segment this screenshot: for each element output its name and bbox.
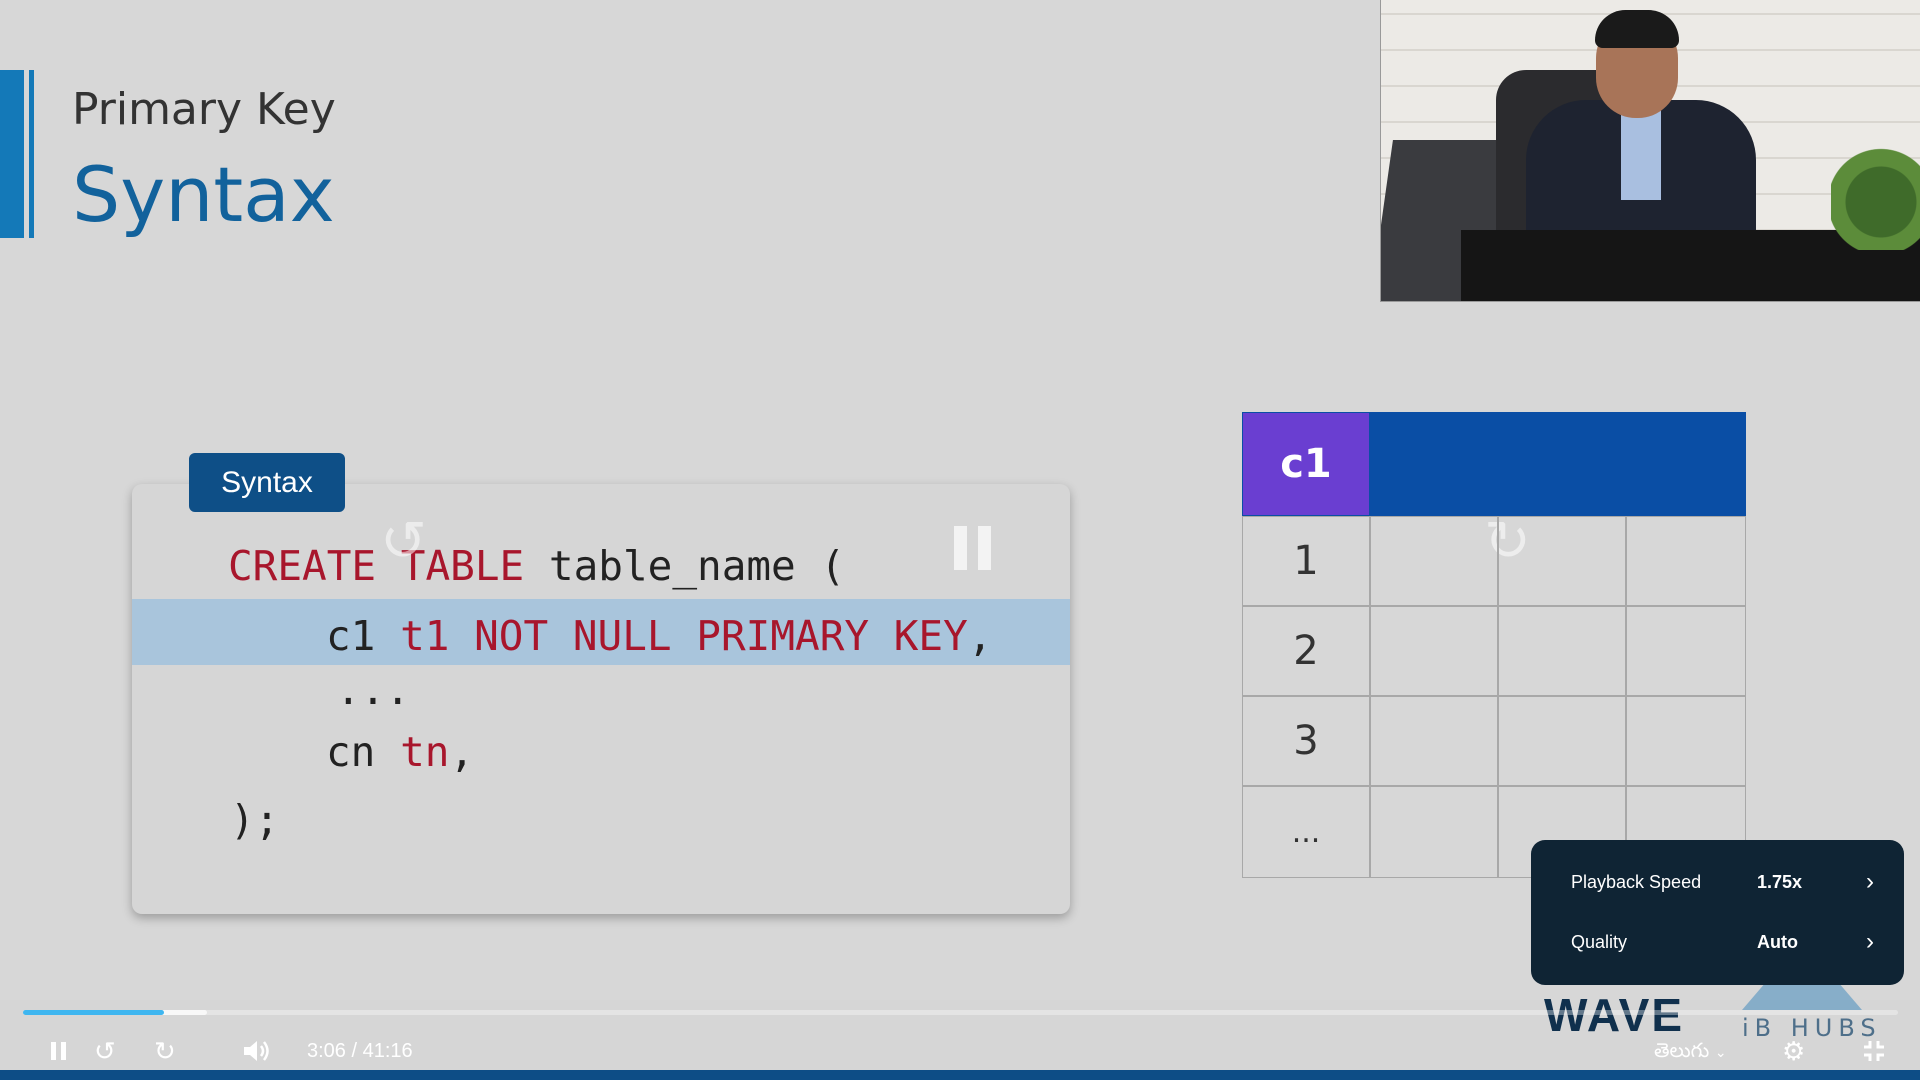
pause-button[interactable] (48, 1030, 70, 1074)
table-cell (1498, 696, 1626, 786)
playback-speed-option[interactable]: Playback Speed 1.75x › (1571, 862, 1874, 902)
replay-10-overlay-icon: ↺ (380, 509, 427, 572)
quality-label: Quality (1571, 931, 1628, 952)
slide-title: Syntax (72, 150, 335, 239)
code-line-1: CREATE TABLE table_name ( (228, 542, 846, 590)
slide-subtitle: Primary Key (72, 84, 336, 135)
table-cell (1626, 606, 1746, 696)
syntax-tag: Syntax (189, 453, 345, 512)
current-time: 3:06 (307, 1040, 346, 1062)
forward-10-icon[interactable]: ↻ (154, 1030, 176, 1072)
chevron-right-icon: › (1866, 868, 1874, 895)
table-diagram: c1 1 2 3 ... (1242, 412, 1746, 878)
language-selector[interactable]: తెలుగు ⌄ (1654, 1040, 1727, 1067)
slide-accent-bar (0, 70, 36, 238)
table-cell (1498, 516, 1626, 606)
player-controls: ↺ ↻ ⚙ (0, 1030, 1920, 1072)
code-line-3: ... (336, 666, 411, 714)
presenter-video (1380, 0, 1920, 302)
code-block: CREATE TABLE table_name ( c1 t1 NOT NULL… (132, 484, 1070, 914)
table-header (1626, 412, 1746, 516)
table-cell: 2 (1242, 606, 1370, 696)
table-cell: 1 (1242, 516, 1370, 606)
code-line-5: ); (230, 796, 280, 844)
pause-overlay-icon (954, 526, 994, 570)
code-line-2: c1 t1 NOT NULL PRIMARY KEY, (326, 612, 993, 660)
settings-menu: Playback Speed 1.75x › Quality Auto › (1531, 840, 1904, 985)
time-display: 3:06 / 41:16 (307, 1040, 413, 1063)
table-cell (1370, 516, 1498, 606)
table-cell (1626, 516, 1746, 606)
time-separator: / (351, 1040, 358, 1062)
table-cell (1498, 606, 1626, 696)
code-line-4: cn tn, (326, 728, 475, 776)
table-cell: ... (1242, 786, 1370, 878)
rewind-10-icon[interactable]: ↺ (94, 1030, 116, 1072)
played-bar (23, 1010, 164, 1015)
table-cell (1370, 696, 1498, 786)
table-header (1370, 412, 1498, 516)
quality-value: Auto (1757, 931, 1798, 952)
table-cell (1370, 606, 1498, 696)
chevron-right-icon: › (1866, 928, 1874, 955)
chevron-down-icon: ⌄ (1714, 1044, 1727, 1060)
duration: 41:16 (362, 1040, 413, 1062)
quality-option[interactable]: Quality Auto › (1571, 922, 1874, 962)
table-cell: 3 (1242, 696, 1370, 786)
exit-fullscreen-icon[interactable] (1862, 1030, 1886, 1075)
table-cell (1626, 696, 1746, 786)
seek-bar[interactable] (23, 1010, 1898, 1015)
table-cell (1370, 786, 1498, 878)
table-header-key: c1 (1242, 412, 1370, 516)
playback-speed-label: Playback Speed (1571, 871, 1702, 892)
table-header (1498, 412, 1626, 516)
language-label: తెలుగు (1654, 1040, 1710, 1062)
gear-icon[interactable]: ⚙ (1782, 1030, 1805, 1072)
bottom-accent-strip (0, 1070, 1920, 1080)
playback-speed-value: 1.75x (1757, 871, 1803, 892)
